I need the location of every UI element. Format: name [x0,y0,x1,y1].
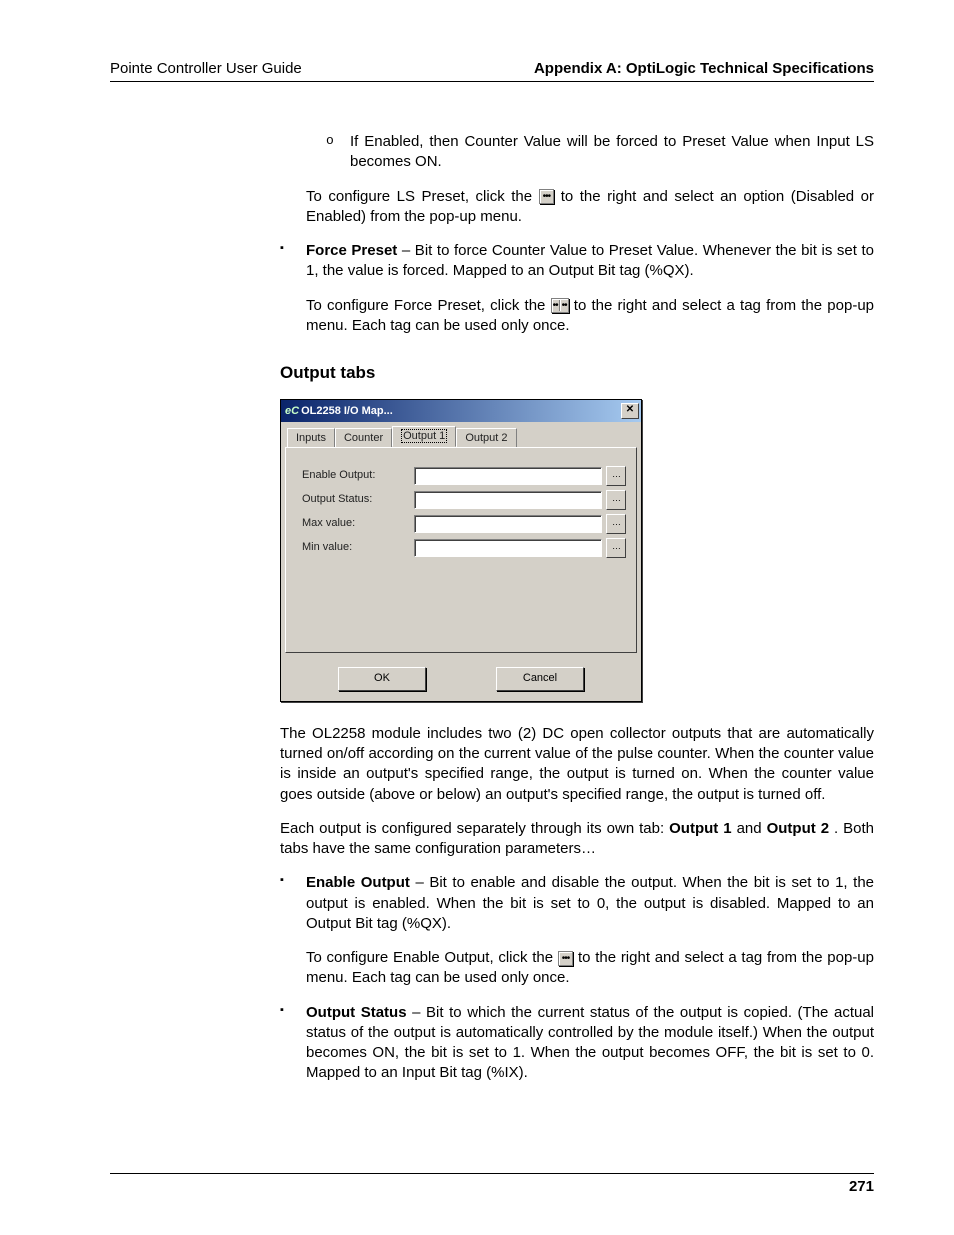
para-output-tabs-intro: Each output is configured separately thr… [280,819,874,860]
page-header: Pointe Controller User Guide Appendix A:… [110,60,874,82]
tab-label: Inputs [296,432,326,444]
ellipsis-button-icon: ••• [558,951,574,966]
page-footer: 271 [110,1173,874,1195]
double-ellipsis-button-icon: •••• [551,298,569,313]
label: Force Preset [306,242,397,259]
text: To configure Force Preset, click the [306,297,551,314]
field-min-value: Min value: … [302,538,626,558]
dialog-screenshot: eC OL2258 I/O Map... ✕ Inputs Counter Ou… [280,399,874,702]
dialog-logo-icon: eC [285,404,299,419]
dialog-titlebar: eC OL2258 I/O Map... ✕ [281,400,641,422]
dialog-panel: Enable Output: … Output Status: … Max va… [285,447,637,653]
min-value-input[interactable] [414,539,602,557]
label: Max value: [302,516,414,531]
page-number: 271 [849,1178,874,1195]
cancel-button[interactable]: Cancel [496,667,584,691]
io-map-dialog: eC OL2258 I/O Map... ✕ Inputs Counter Ou… [280,399,642,702]
label: Output Status [306,1004,407,1021]
field-max-value: Max value: … [302,514,626,534]
text: and [737,820,767,837]
ellipsis-button-icon: ••• [539,189,555,204]
text-bold: Output 2 [767,820,829,837]
enable-output-config: To configure Enable Output, click the ••… [280,948,874,989]
tab-output1[interactable]: Output 1 [392,426,456,447]
tab-label: Output 2 [465,432,507,444]
text-bold: Output 1 [669,820,731,837]
ellipsis-button[interactable]: … [606,514,626,534]
tab-label: Output 1 [401,429,447,443]
force-preset-config: To configure Force Preset, click the •••… [280,296,874,337]
text: To configure Enable Output, click the [306,949,558,966]
tab-output2[interactable]: Output 2 [456,428,516,448]
ellipsis-button[interactable]: … [606,466,626,486]
tab-inputs[interactable]: Inputs [287,428,335,448]
heading-output-tabs: Output tabs [280,362,874,385]
field-output-status: Output Status: … [302,490,626,510]
dialog-buttons: OK Cancel [281,659,641,701]
dialog-title: OL2258 I/O Map... [301,404,393,419]
tab-label: Counter [344,432,383,444]
field-enable-output: Enable Output: … [302,466,626,486]
text: To configure LS Preset, click the [306,188,539,205]
header-right: Appendix A: OptiLogic Technical Specific… [534,60,874,77]
close-button[interactable]: ✕ [621,403,639,419]
ellipsis-button[interactable]: … [606,490,626,510]
label: Enable Output: [302,468,414,483]
text: Each output is configured separately thr… [280,820,669,837]
bullet-output-status: Output Status – Bit to which the current… [280,1003,874,1084]
bullet-enable-output: Enable Output – Bit to enable and disabl… [280,873,874,934]
tab-counter[interactable]: Counter [335,428,392,448]
header-left: Pointe Controller User Guide [110,60,302,77]
label: Output Status: [302,492,414,507]
enable-output-input[interactable] [414,467,602,485]
bullet-force-preset: Force Preset – Bit to force Counter Valu… [280,241,874,282]
dialog-tabstrip: Inputs Counter Output 1 Output 2 [281,422,641,447]
label: Enable Output [306,874,410,891]
ellipsis-button[interactable]: … [606,538,626,558]
sub-bullet-enabled: If Enabled, then Counter Value will be f… [280,132,874,173]
para-ol2258-intro: The OL2258 module includes two (2) DC op… [280,724,874,805]
ok-button[interactable]: OK [338,667,426,691]
max-value-input[interactable] [414,515,602,533]
label: Min value: [302,540,414,555]
output-status-input[interactable] [414,491,602,509]
ls-preset-config: To configure LS Preset, click the ••• to… [280,187,874,228]
